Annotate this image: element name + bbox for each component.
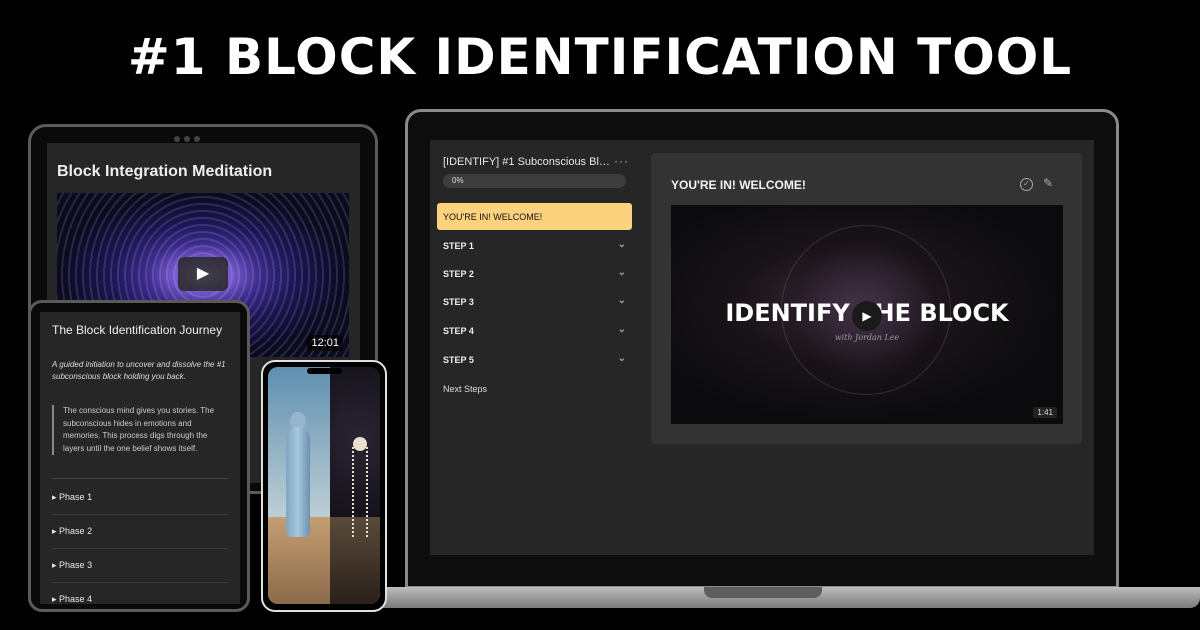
phase-item-4[interactable]: ▸ Phase 4 [52,594,228,604]
course-title: [IDENTIFY] #1 Subconscious Blo... [443,156,613,168]
phone-notch [307,368,342,374]
sidebar-item-step-3[interactable]: STEP 3 ⌄ [443,295,626,307]
divider [52,478,228,479]
chevron-down-icon: ⌄ [617,267,626,278]
step-label: STEP 5 [443,355,474,365]
video-signature: with Jordan Lee [834,333,900,342]
phase-label: Phase 1 [59,492,93,502]
phase-label: Phase 2 [59,526,93,536]
step-label: STEP 4 [443,326,474,336]
play-icon[interactable]: ▶ [852,301,882,331]
caret-right-icon: ▸ [52,492,57,502]
sidebar-item-step-5[interactable]: STEP 5 ⌄ [443,353,626,365]
journey-quote: The conscious mind gives you stories. Th… [52,405,227,455]
progress-label: 0% [452,176,464,185]
caret-right-icon: ▸ [52,526,57,536]
lesson-title: YOU'RE IN! WELCOME! [671,178,806,192]
skeleton-figure [352,447,368,537]
tablet-camera [172,129,207,142]
caret-right-icon: ▸ [52,594,57,604]
phase-item-3[interactable]: ▸ Phase 3 [52,560,228,583]
step-label: STEP 3 [443,297,474,307]
phase-item-1[interactable]: ▸ Phase 1 [52,492,228,515]
laptop-screen: [IDENTIFY] #1 Subconscious Blo... ··· 0%… [430,140,1094,555]
pencil-icon[interactable]: ✎ [1043,176,1053,190]
sidebar-item-step-2[interactable]: STEP 2 ⌄ [443,267,626,279]
more-horizontal-icon[interactable]: ··· [614,154,629,168]
progress-bar: 0% [443,174,626,188]
sidebar-item-step-4[interactable]: STEP 4 ⌄ [443,324,626,336]
journey-title: The Block Identification Journey [52,323,223,337]
step-label: STEP 1 [443,241,474,251]
meditation-title: Block Integration Meditation [57,163,273,180]
caret-right-icon: ▸ [52,560,57,570]
chevron-down-icon: ⌄ [617,353,626,364]
video-duration: 1:41 [1033,407,1057,418]
video-duration: 12:01 [307,335,343,351]
lesson-video[interactable]: IDENTIFY THE BLOCK with Jordan Lee ▶ 1:4… [671,205,1063,424]
phone-screen [268,367,380,604]
page-headline: #1 BLOCK IDENTIFICATION TOOL [127,28,1073,86]
sidebar-item-step-1[interactable]: STEP 1 ⌄ [443,239,626,251]
sidebar-item-next-steps[interactable]: Next Steps [443,384,487,394]
phase-label: Phase 3 [59,560,93,570]
human-figure [286,427,310,537]
check-circle-icon[interactable]: ✓ [1020,178,1033,191]
phase-item-2[interactable]: ▸ Phase 2 [52,526,228,549]
lesson-panel: YOU'RE IN! WELCOME! ✓ ✎ IDENTIFY THE BLO… [651,153,1082,444]
chevron-down-icon: ⌄ [617,295,626,306]
phase-label: Phase 4 [59,594,93,604]
laptop-hinge-notch [704,587,822,598]
chevron-down-icon: ⌄ [617,324,626,335]
journey-subtitle: A guided initiation to uncover and disso… [52,360,226,381]
step-label: STEP 2 [443,269,474,279]
chevron-down-icon: ⌄ [617,239,626,250]
tablet-front-screen: The Block Identification Journey A guide… [40,312,240,604]
play-icon[interactable]: ▶ [178,257,228,291]
sidebar-item-welcome[interactable]: YOU'RE IN! WELCOME! [437,203,632,230]
